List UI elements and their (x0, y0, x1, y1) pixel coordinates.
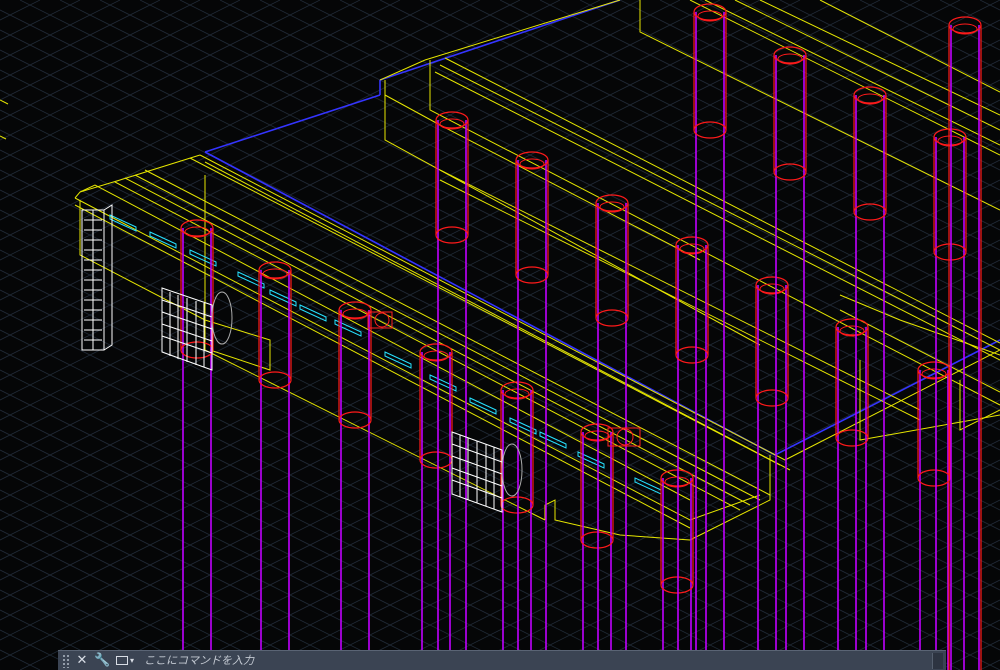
close-icon[interactable]: ✕ (74, 653, 90, 669)
command-line: ✕ 🔧 ▾ (58, 650, 946, 670)
grid-line (0, 349, 641, 670)
pile (258, 261, 292, 670)
pile-base (835, 429, 869, 447)
grid-line (179, 259, 1000, 670)
grid-line (0, 0, 641, 321)
grid-line (579, 0, 1000, 211)
grid-line (0, 0, 161, 81)
grid-line (0, 0, 681, 341)
drag-handle-icon[interactable] (62, 653, 70, 668)
pile (773, 46, 807, 670)
grid-line (0, 0, 41, 21)
grid-line (0, 0, 761, 381)
pile-base (755, 389, 789, 407)
pile-base (500, 496, 534, 514)
grid-line (0, 0, 401, 201)
grid-line (979, 0, 1000, 11)
grid-line (0, 0, 281, 141)
pile-base (660, 576, 694, 594)
command-prompt-icon[interactable]: ▾ (116, 656, 134, 665)
conduit-segment (189, 249, 217, 267)
command-line-scrollbar[interactable] (932, 652, 943, 669)
grid-line (579, 459, 1000, 670)
prompt-box-icon (116, 656, 128, 665)
pile-base (917, 469, 951, 487)
grid-line (0, 0, 841, 421)
pile (853, 86, 887, 670)
rebar-panel-lower (451, 431, 523, 513)
grid-line (179, 0, 1000, 411)
grid-line (0, 0, 561, 281)
pile-base (515, 266, 549, 284)
grid-line (0, 529, 281, 670)
pile (835, 318, 869, 670)
pile (515, 151, 549, 670)
grid-line (419, 0, 1000, 291)
grid-line (0, 429, 481, 670)
pile-base (595, 309, 629, 327)
command-input[interactable] (142, 651, 928, 670)
grid-line (419, 379, 1000, 670)
rebar-panel-left (81, 204, 113, 351)
pile-base (338, 411, 372, 429)
grid-line (0, 449, 441, 670)
grid-line (0, 0, 361, 181)
conduit-segment (539, 431, 567, 449)
grid-line (0, 0, 321, 161)
conduit-segment (149, 231, 177, 249)
model-viewport[interactable] (0, 0, 1000, 670)
pile-base (933, 243, 967, 261)
grid-line (0, 0, 881, 441)
grid-line (0, 629, 81, 670)
drawing-canvas[interactable] (0, 0, 1000, 670)
grid-line (0, 389, 561, 670)
grid-line (0, 0, 921, 461)
grid-line (0, 269, 801, 670)
grid-line (0, 509, 321, 670)
pile-base (693, 121, 727, 139)
grid-line (0, 209, 921, 670)
pile (917, 361, 951, 670)
grid-line (0, 0, 441, 221)
grid-line (0, 0, 81, 41)
conduit-segment (269, 289, 297, 307)
chevron-down-icon: ▾ (130, 656, 135, 665)
grid-line (0, 0, 961, 481)
grid-line (0, 469, 401, 670)
wrench-icon[interactable]: 🔧 (94, 653, 110, 669)
grid-line (0, 489, 361, 670)
grid-line (0, 0, 481, 241)
pile-base (258, 371, 292, 389)
grid-line (0, 649, 41, 670)
pile-base (773, 163, 807, 181)
pile-base (580, 531, 614, 549)
grid-line (0, 189, 961, 670)
grid-line (0, 229, 881, 670)
pile (693, 3, 727, 670)
pile (660, 469, 694, 670)
grid-line (0, 0, 121, 61)
grid-line (0, 329, 681, 670)
grid-line (0, 249, 841, 670)
grid-line (0, 589, 161, 670)
grid-line (0, 289, 761, 670)
grid-line (979, 659, 1000, 670)
pile-base (675, 346, 709, 364)
grid-line (0, 609, 121, 670)
pile-base (853, 203, 887, 221)
pile-base (435, 226, 469, 244)
piles (180, 3, 982, 670)
grid-line (0, 0, 801, 401)
